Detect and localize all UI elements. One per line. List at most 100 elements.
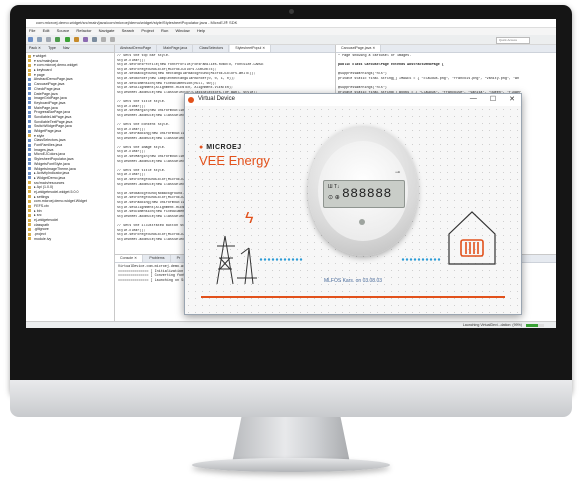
- tab-navigator[interactable]: Nav: [63, 46, 69, 50]
- accent-line: [201, 296, 505, 298]
- java-file-icon: [28, 171, 31, 175]
- tree-item-label: ▾ page: [33, 72, 45, 77]
- menu-window[interactable]: Window: [175, 28, 189, 33]
- tree-item-label: FontFamilies.java: [33, 143, 63, 148]
- tree-item-label: WidgetsImageTheme.java: [33, 166, 76, 171]
- folder-icon: [28, 63, 31, 67]
- menu-refactor[interactable]: Refactor: [76, 28, 91, 33]
- menu-navigate[interactable]: Navigate: [99, 28, 115, 33]
- tree-item-label: MicroEJColors.java: [33, 152, 65, 157]
- tab-carousel-page[interactable]: CarouselPage.java ✕: [336, 45, 382, 52]
- java-file-icon: [28, 120, 31, 124]
- menu-run[interactable]: Run: [161, 28, 168, 33]
- java-file-icon: [28, 92, 31, 96]
- folder-icon: [28, 227, 31, 231]
- folder-icon: [28, 218, 31, 222]
- flow-dots-left: [259, 258, 303, 261]
- project-tree: ▾ widget ▾ src/main/java ▾ com.microej.d…: [28, 54, 114, 242]
- tree-item-label: DatePage.java: [33, 91, 58, 96]
- tree-item-label: ▸ bin: [33, 208, 42, 213]
- vd-minimize-icon[interactable]: —: [470, 95, 477, 103]
- tab-main-page[interactable]: MainPage.java: [158, 45, 194, 52]
- tree-item-label: AbstractDemoPage.java: [33, 77, 73, 82]
- tab-problems[interactable]: Problems: [144, 255, 171, 262]
- tab-console[interactable]: Console ✕: [115, 255, 144, 262]
- lightning-icon: ϟ: [245, 210, 254, 227]
- vd-close-icon[interactable]: ✕: [509, 95, 515, 103]
- tree-item-label: FEFS.ctx: [33, 204, 49, 208]
- tree-item-label: ImageGridPage.java: [33, 96, 67, 101]
- package-explorer-tabs: Pack ✕ Type Nav: [26, 45, 114, 53]
- run-icon[interactable]: [64, 37, 70, 42]
- tree-item-label: module.ivy: [33, 236, 52, 241]
- java-file-icon: [28, 87, 31, 91]
- vd-maximize-icon[interactable]: ☐: [490, 95, 496, 103]
- folder-icon: [28, 237, 31, 241]
- tree-item-label: .project: [33, 232, 46, 237]
- search-icon[interactable]: [91, 37, 97, 42]
- tab-stylesheet-populator[interactable]: StylesheetPopul ✕: [230, 45, 272, 52]
- status-bar: Launching VirtualDevi...dation: (99%): [26, 321, 556, 328]
- java-file-icon: [28, 176, 31, 180]
- meter-lcd: Ш T↓ ⊙ ⊕ 888888: [323, 180, 405, 208]
- tree-item-label: CheckPage.java: [33, 86, 61, 91]
- java-file-icon: [28, 157, 31, 161]
- tab-package-explorer[interactable]: Pack ✕: [29, 46, 41, 50]
- tab-type-hierarchy[interactable]: Type: [48, 46, 56, 50]
- tree-item-label: ▸ keyboard: [33, 68, 52, 73]
- tree-item-label: ▾ com.microej.demo.widget: [33, 63, 78, 68]
- ide-title-bar: com.microej.demo.widget/src/main/java/co…: [26, 19, 556, 28]
- save-icon[interactable]: [37, 37, 43, 42]
- menu-bar: File Edit Source Refactor Navigate Searc…: [26, 28, 556, 35]
- menu-file[interactable]: File: [29, 28, 35, 33]
- new-icon[interactable]: [28, 37, 33, 42]
- java-file-icon: [28, 96, 31, 100]
- menu-edit[interactable]: Edit: [43, 28, 50, 33]
- tree-item-label: ClassSelectors.java: [33, 138, 66, 143]
- tree-item-label: Images.java: [33, 147, 54, 152]
- tab-class-selectors[interactable]: ClassSelectors: [194, 45, 230, 52]
- folder-icon: [28, 232, 31, 236]
- microej-icon: [188, 97, 194, 103]
- ide-window-title: com.microej.demo.widget/src/main/java/co…: [36, 20, 238, 25]
- print-icon[interactable]: [46, 37, 52, 42]
- package-explorer: Pack ✕ Type Nav ▾ widget ▾ src/main/java…: [26, 45, 115, 321]
- menu-help[interactable]: Help: [197, 28, 205, 33]
- folder-icon: [28, 185, 31, 189]
- menu-search[interactable]: Search: [122, 28, 135, 33]
- brand-name: MICROEJ: [206, 144, 242, 151]
- java-file-icon: [28, 148, 31, 152]
- tab-abstract-demo-page[interactable]: AbstractDemoPage: [115, 45, 158, 52]
- tree-item-label: ▸ ActivityIndicator.java: [33, 171, 70, 176]
- java-file-icon: [28, 129, 31, 133]
- java-file-icon: [28, 82, 31, 86]
- tree-item[interactable]: module.ivy: [28, 237, 114, 242]
- menu-project[interactable]: Project: [141, 28, 153, 33]
- java-file-icon: [28, 152, 31, 156]
- tree-item-label: ▸ src: [33, 213, 42, 218]
- tree-item-label: ▾ style: [33, 133, 45, 138]
- folder-icon: [28, 134, 31, 138]
- lcd-digits: 888888: [342, 186, 392, 201]
- java-file-icon: [28, 124, 31, 128]
- menu-source[interactable]: Source: [57, 28, 70, 33]
- toolbar: Quick Access: [26, 35, 556, 45]
- open-type-icon[interactable]: [82, 37, 88, 42]
- external-tools-icon[interactable]: [73, 37, 79, 42]
- quick-access-input[interactable]: Quick Access: [496, 37, 530, 44]
- tree-item-label: ▸ Api (1.0.0): [33, 185, 54, 190]
- tree-item-label: ej-widgetmodel.widget.5.0.0: [33, 189, 79, 194]
- back-icon[interactable]: [101, 37, 106, 42]
- tree-item-label: WidgetPage.java: [33, 129, 62, 133]
- screen: com.microej.demo.widget/src/main/java/co…: [26, 19, 556, 328]
- meter-led: [359, 219, 365, 225]
- forward-icon[interactable]: [110, 37, 116, 42]
- java-file-icon: [28, 101, 31, 105]
- folder-icon: [28, 190, 31, 194]
- virtual-device-display[interactable]: ● MICROEJ VEE Energy Ш T↓ ⊙ ⊕ 888888 ⊸ ϟ…: [185, 106, 521, 314]
- tree-item-label: .gitignore: [33, 227, 49, 232]
- java-file-icon: [28, 115, 31, 119]
- editor-tabs-right: CarouselPage.java ✕: [336, 45, 556, 53]
- meter-footer-text: MLFOS Kars. on 03.08.03: [323, 278, 383, 284]
- debug-icon[interactable]: [55, 37, 61, 42]
